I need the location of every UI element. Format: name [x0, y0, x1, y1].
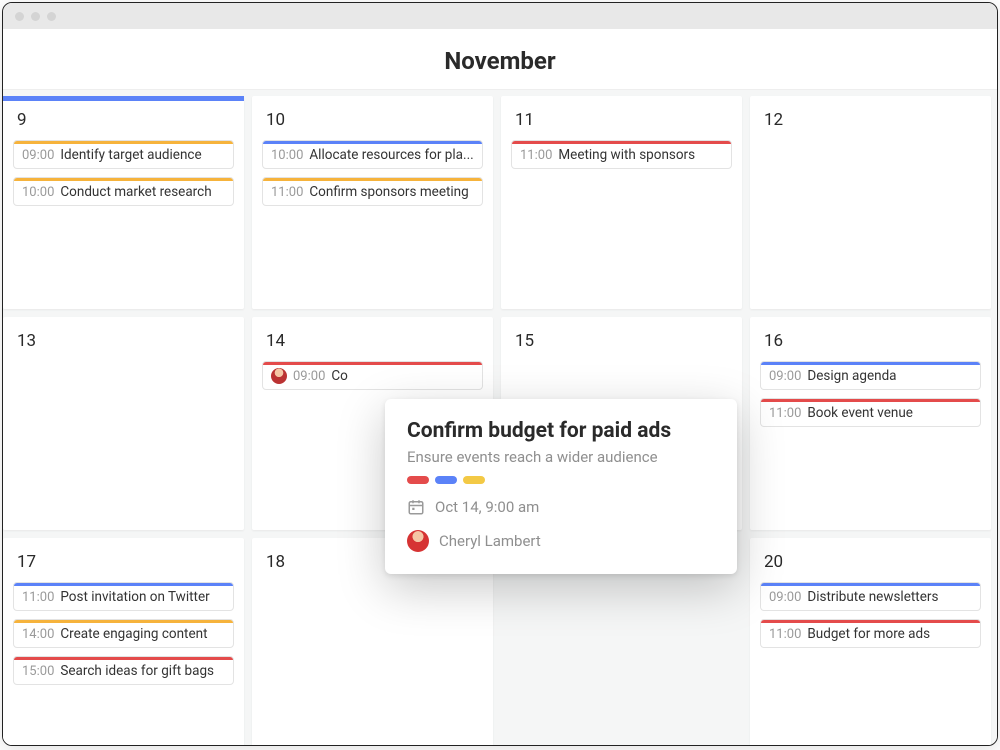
popover-tag-pills [407, 476, 715, 484]
event-title: Design agenda [807, 368, 896, 384]
event-title: Create engaging content [60, 626, 207, 642]
event-time: 11:00 [22, 590, 54, 605]
event-time: 11:00 [520, 148, 552, 163]
event-time: 09:00 [769, 590, 801, 605]
day-number: 20 [758, 548, 983, 582]
tag-pill [407, 476, 429, 484]
day-number: 16 [758, 327, 983, 361]
event-title: Post invitation on Twitter [60, 589, 209, 605]
calendar-event[interactable]: 10:00 Allocate resources for pla... [262, 140, 483, 169]
event-time: 09:00 [769, 369, 801, 384]
calendar-event[interactable]: 14:00 Create engaging content [13, 619, 234, 648]
event-color-bar [761, 362, 980, 365]
day-cell[interactable]: 11 11:00 Meeting with sponsors [501, 96, 742, 309]
event-color-bar [512, 141, 731, 144]
calendar-event[interactable]: 11:00 Meeting with sponsors [511, 140, 732, 169]
event-color-bar [14, 141, 233, 144]
day-cell[interactable]: 16 09:00 Design agenda 11:00 Book event venu… [750, 317, 991, 530]
event-time: 09:00 [293, 369, 325, 384]
popover-assignee: Cheryl Lambert [439, 532, 541, 550]
calendar-event[interactable]: 11:00 Budget for more ads [760, 619, 981, 648]
day-number: 14 [260, 327, 485, 361]
event-color-bar [761, 620, 980, 623]
event-title: Allocate resources for pla... [309, 147, 473, 163]
event-title: Book event venue [807, 405, 913, 421]
popover-title: Confirm budget for paid ads [407, 419, 715, 443]
event-color-bar [14, 178, 233, 181]
tag-pill [435, 476, 457, 484]
day-cell[interactable]: 9 09:00 Identify target audience 10:00 Condu… [3, 96, 244, 309]
tag-pill [463, 476, 485, 484]
calendar-event[interactable]: 10:00 Conduct market research [13, 177, 234, 206]
event-popover[interactable]: Confirm budget for paid ads Ensure event… [385, 399, 737, 574]
day-cell[interactable]: 12 [750, 96, 991, 309]
day-number: 10 [260, 106, 485, 140]
event-title: Search ideas for gift bags [60, 663, 214, 679]
day-number: 9 [11, 106, 236, 140]
event-title: Confirm sponsors meeting [309, 184, 468, 200]
event-time: 11:00 [769, 406, 801, 421]
calendar-event[interactable]: 09:00 Distribute newsletters [760, 582, 981, 611]
calendar-event[interactable]: 09:00 Identify target audience [13, 140, 234, 169]
event-time: 14:00 [22, 627, 54, 642]
month-title: November [3, 47, 997, 75]
calendar-event[interactable]: 11:00 Confirm sponsors meeting [262, 177, 483, 206]
popover-assignee-row: Cheryl Lambert [407, 530, 715, 552]
day-cell[interactable]: 17 11:00 Post invitation on Twitter 14:00 Cr… [3, 538, 244, 746]
window-titlebar [3, 3, 997, 29]
event-color-bar [263, 178, 482, 181]
event-time: 15:00 [22, 664, 54, 679]
window-control-close[interactable] [15, 12, 24, 21]
event-color-bar [263, 141, 482, 144]
day-number: 11 [509, 106, 734, 140]
event-title: Budget for more ads [807, 626, 930, 642]
day-cell[interactable]: 10 10:00 Allocate resources for pla... 11:0… [252, 96, 493, 309]
avatar [407, 530, 429, 552]
calendar-event[interactable]: 09:00 Co [262, 361, 483, 390]
calendar-event[interactable]: 15:00 Search ideas for gift bags [13, 656, 234, 685]
event-title: Meeting with sponsors [558, 147, 695, 163]
event-time: 11:00 [769, 627, 801, 642]
popover-datetime: Oct 14, 9:00 am [435, 498, 539, 516]
calendar-icon [407, 498, 425, 516]
day-cell[interactable]: 20 09:00 Distribute newsletters 11:00 Budget… [750, 538, 991, 746]
event-color-bar [14, 583, 233, 586]
event-title: Co [331, 368, 348, 384]
window-control-minimize[interactable] [31, 12, 40, 21]
calendar-event[interactable]: 11:00 Post invitation on Twitter [13, 582, 234, 611]
day-cell[interactable]: 13 [3, 317, 244, 530]
event-time: 10:00 [22, 185, 54, 200]
window-control-zoom[interactable] [47, 12, 56, 21]
event-title: Conduct market research [60, 184, 211, 200]
event-color-bar [761, 583, 980, 586]
event-color-bar [761, 399, 980, 402]
event-title: Distribute newsletters [807, 589, 938, 605]
day-number: 17 [11, 548, 236, 582]
day-number: 13 [11, 327, 236, 361]
calendar-header: November [3, 29, 997, 90]
event-time: 10:00 [271, 148, 303, 163]
calendar-event[interactable]: 11:00 Book event venue [760, 398, 981, 427]
event-title: Identify target audience [60, 147, 201, 163]
calendar-event[interactable]: 09:00 Design agenda [760, 361, 981, 390]
event-color-bar [263, 362, 482, 365]
day-number: 12 [758, 106, 983, 140]
event-color-bar [14, 657, 233, 660]
event-time: 09:00 [22, 148, 54, 163]
avatar [271, 368, 287, 384]
day-number: 15 [509, 327, 734, 361]
popover-subtitle: Ensure events reach a wider audience [407, 448, 715, 466]
event-color-bar [14, 620, 233, 623]
popover-date-row: Oct 14, 9:00 am [407, 498, 715, 516]
event-time: 11:00 [271, 185, 303, 200]
app-window: November 9 09:00 Identify target audience 1… [2, 2, 998, 746]
